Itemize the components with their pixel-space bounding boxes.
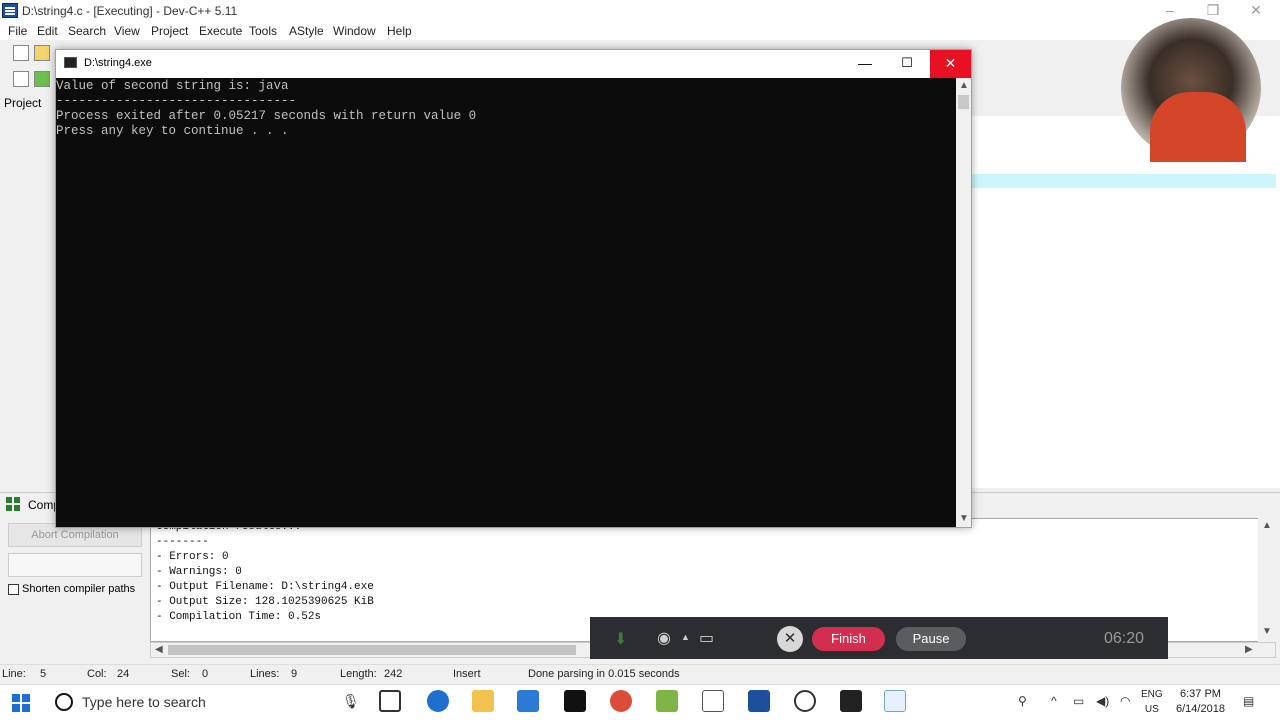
status-col-value: 24 (117, 668, 130, 680)
cloud-icon[interactable] (794, 690, 816, 712)
menu-tools[interactable]: Tools (249, 24, 277, 38)
new-file-icon[interactable] (13, 45, 29, 61)
console-scroll-thumb[interactable] (958, 95, 969, 109)
status-line-value: 5 (40, 668, 47, 680)
shorten-paths-checkbox[interactable] (8, 584, 19, 595)
console-line: -------------------------------- (56, 94, 297, 108)
recorder-timer: 06:20 (1104, 630, 1145, 647)
menu-bar: File Edit Search View Project Execute To… (0, 22, 1280, 40)
console-line: Value of second string is: java (56, 79, 289, 93)
volume-icon[interactable]: ◀) (1096, 694, 1109, 708)
language-indicator[interactable]: ENG US (1141, 687, 1163, 717)
language-code: ENG (1141, 689, 1163, 700)
document-icon[interactable] (702, 690, 724, 712)
log-line: - Output Filename: D:\string4.exe (156, 581, 374, 593)
menu-window[interactable]: Window (333, 24, 376, 38)
mail-icon[interactable] (564, 690, 586, 712)
chrome-icon[interactable] (610, 690, 632, 712)
status-sel-label: Sel: (171, 668, 190, 680)
devcpp-taskbar-icon[interactable] (748, 690, 770, 712)
tab-project[interactable]: Project (4, 96, 41, 110)
indent-icon[interactable] (13, 71, 29, 87)
file-explorer-icon[interactable] (472, 690, 494, 712)
clock-date: 6/14/2018 (1176, 703, 1225, 715)
status-lines-value: 9 (291, 668, 298, 680)
console-minimize-button[interactable]: — (848, 50, 882, 78)
recorder-cancel-button[interactable]: ✕ (777, 626, 803, 652)
status-sel-value: 0 (202, 668, 209, 680)
devcpp-app-icon (2, 3, 18, 18)
shorten-paths-label: Shorten compiler paths (22, 583, 136, 595)
menu-project[interactable]: Project (151, 24, 188, 38)
log-scroll-thumb[interactable] (168, 645, 576, 655)
console-line: Press any key to continue . . . (56, 124, 289, 138)
webcam-presenter (1150, 92, 1246, 162)
people-icon[interactable]: ⚲ (1018, 694, 1027, 708)
task-view-icon[interactable] (379, 690, 401, 712)
menu-help[interactable]: Help (387, 24, 412, 38)
recorder-pause-button[interactable]: Pause (896, 627, 966, 651)
windows-start-icon[interactable] (12, 694, 30, 712)
console-output[interactable] (56, 78, 956, 527)
console-scrollbar[interactable]: ▲ ▼ (956, 78, 971, 527)
console-taskbar-icon[interactable] (884, 690, 906, 712)
editor-current-line (972, 174, 1276, 188)
recorder-finish-button[interactable]: Finish (812, 627, 885, 651)
status-line-label: Line: (2, 668, 26, 680)
cortana-icon (55, 693, 73, 711)
photos-icon[interactable] (840, 690, 862, 712)
microphone-icon[interactable]: ⬇ (614, 629, 627, 649)
region-code: US (1144, 704, 1159, 715)
log-line: - Compilation Time: 0.52s (156, 611, 322, 623)
console-maximize-button[interactable]: ☐ (890, 50, 924, 78)
open-file-icon[interactable] (34, 45, 50, 61)
log-line: - Warnings: 0 (156, 566, 242, 578)
menu-file[interactable]: File (8, 24, 27, 38)
app-title: D:\string4.c - [Executing] - Dev-C++ 5.1… (22, 4, 238, 18)
compiler-progress-field (8, 553, 142, 577)
system-clock[interactable]: 6:37 PM 6/14/2018 (1176, 687, 1225, 717)
layers-app-icon[interactable] (656, 690, 678, 712)
notification-icon[interactable]: ▤ (1243, 694, 1254, 708)
webcam-toggle-icon[interactable]: ◉ (657, 628, 671, 648)
menu-astyle[interactable]: AStyle (289, 24, 324, 38)
log-line: -------- (156, 536, 209, 548)
status-lines-label: Lines: (250, 668, 280, 680)
log-line: - Errors: 0 (156, 551, 229, 563)
console-close-button[interactable]: ✕ (930, 50, 971, 78)
log-line: - Output Size: 128.1025390625 KiB (156, 596, 374, 608)
code-editor[interactable] (972, 116, 1280, 488)
menu-search[interactable]: Search (68, 24, 106, 38)
edge-browser-icon[interactable] (427, 690, 449, 712)
status-col-label: Col: (87, 668, 107, 680)
compile-icon[interactable] (34, 71, 50, 87)
project-panel (0, 92, 56, 492)
log-vertical-scrollbar[interactable]: ▲ ▼ (1258, 518, 1276, 642)
console-titlebar[interactable] (56, 50, 971, 78)
status-mode: Insert (453, 668, 481, 680)
tray-chevron-icon[interactable]: ^ (1051, 694, 1057, 708)
taskbar-search-input[interactable]: Type here to search (82, 694, 206, 710)
clock-time: 6:37 PM (1179, 688, 1221, 700)
menu-edit[interactable]: Edit (37, 24, 58, 38)
microphone-icon[interactable]: 🎙 (342, 693, 360, 710)
battery-icon[interactable]: ▭ (1073, 694, 1084, 708)
console-title: D:\string4.exe (84, 57, 152, 69)
menu-view[interactable]: View (114, 24, 140, 38)
console-app-icon (64, 57, 77, 68)
compiler-grid-icon (6, 497, 22, 511)
wifi-icon[interactable]: ◠ (1120, 694, 1130, 708)
screen-icon[interactable]: ▭ (699, 628, 714, 648)
status-length-label: Length: (340, 668, 377, 680)
status-message: Done parsing in 0.015 seconds (528, 668, 680, 680)
store-icon[interactable] (517, 690, 539, 712)
webcam-options-chevron-icon[interactable]: ▲ (681, 632, 690, 642)
close-window-button[interactable]: ✕ (1236, 0, 1276, 22)
console-line: Process exited after 0.05217 seconds wit… (56, 109, 477, 123)
menu-execute[interactable]: Execute (199, 24, 242, 38)
status-length-value: 242 (384, 668, 403, 680)
